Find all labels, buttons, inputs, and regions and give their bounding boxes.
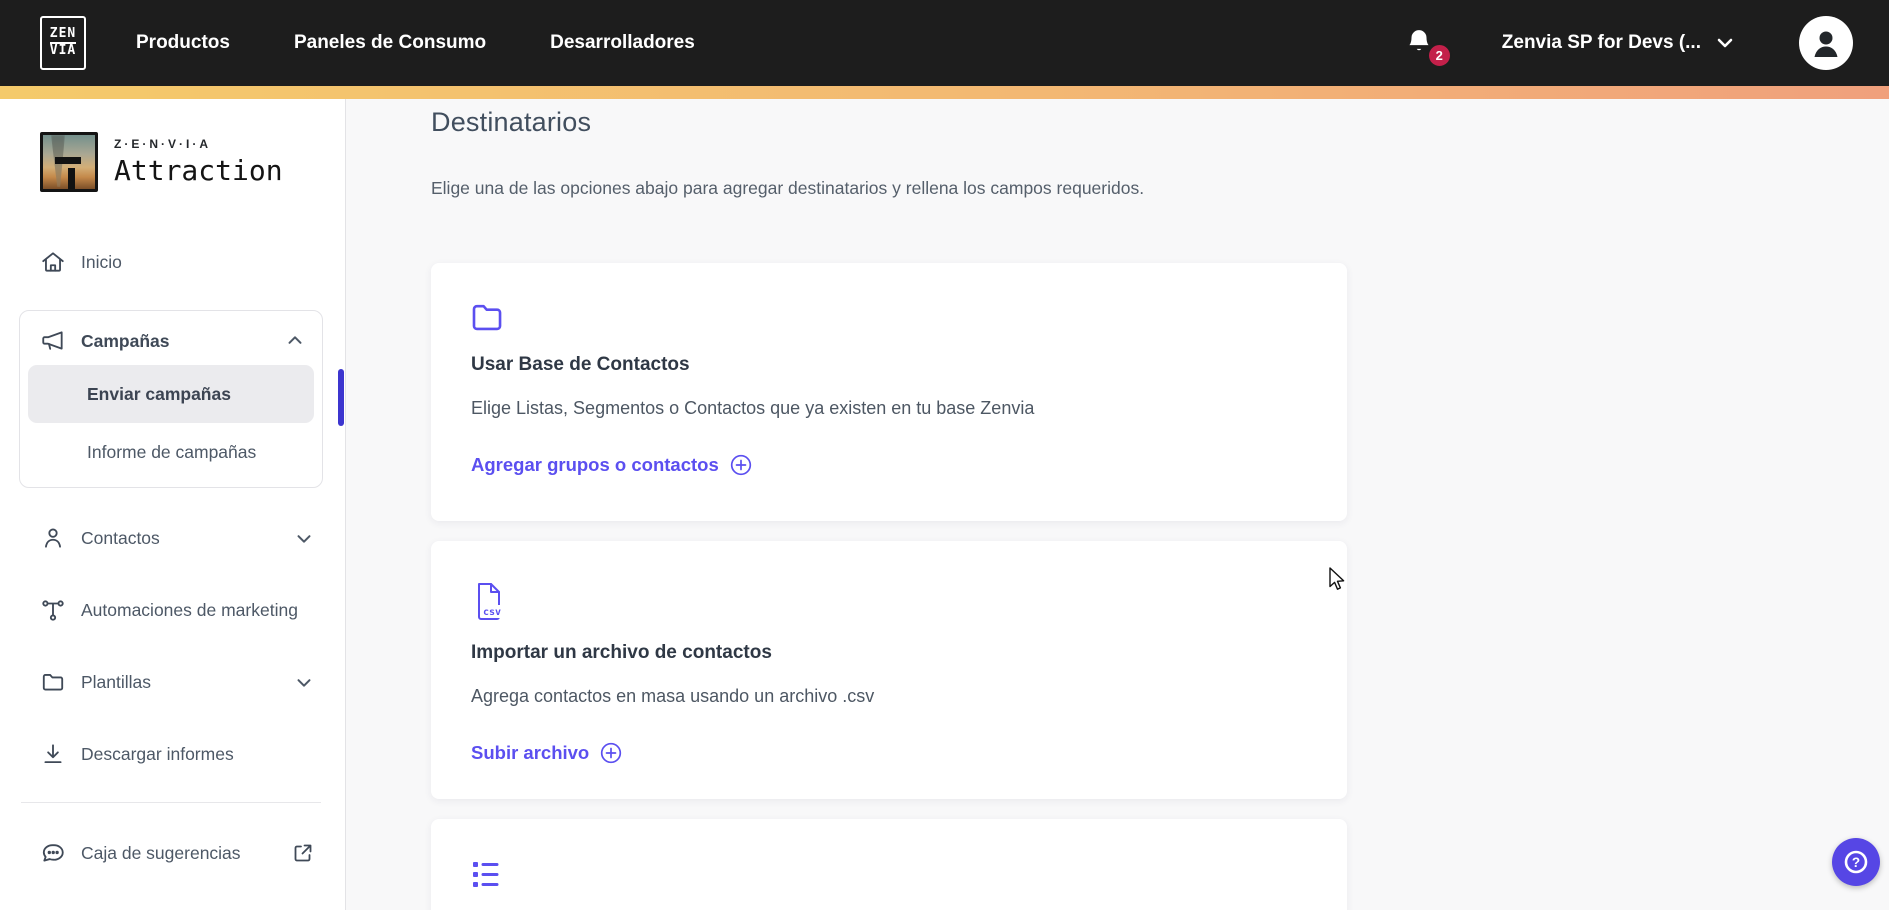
card-description: Elige Listas, Segmentos o Contactos que … bbox=[471, 398, 1301, 419]
home-icon bbox=[40, 249, 66, 275]
chevron-down-icon[interactable] bbox=[293, 671, 315, 693]
add-groups-or-contacts-button[interactable]: Agregar grupos o contactos bbox=[471, 453, 753, 477]
sidebar-item-label: Inicio bbox=[81, 252, 122, 273]
folder-icon bbox=[40, 669, 66, 695]
brand-product-name: Attraction bbox=[114, 154, 283, 187]
account-switcher[interactable]: Zenvia SP for Devs (... bbox=[1502, 31, 1737, 55]
nav-item-desarrolladores[interactable]: Desarrolladores bbox=[550, 32, 695, 54]
external-link-icon bbox=[291, 841, 315, 865]
sidebar-subitem-informe-de-campanas[interactable]: Informe de campañas bbox=[28, 423, 314, 481]
top-nav-menu: Productos Paneles de Consumo Desarrollad… bbox=[136, 32, 695, 54]
plus-circle-icon bbox=[599, 741, 623, 765]
upload-file-button[interactable]: Subir archivo bbox=[471, 741, 623, 765]
notifications-button[interactable]: 2 bbox=[1404, 26, 1438, 60]
sidebar-item-label: Descargar informes bbox=[81, 744, 234, 765]
svg-text:csv: csv bbox=[483, 607, 501, 618]
megaphone-icon bbox=[40, 328, 66, 354]
main-content: Destinatarios Elige una de las opciones … bbox=[346, 99, 1889, 910]
sidebar-item-label: Automaciones de marketing bbox=[81, 600, 298, 621]
sidebar-menu: Inicio Campañas bbox=[0, 238, 345, 877]
sidebar-item-campanas[interactable]: Campañas bbox=[28, 317, 314, 365]
recipient-option-cards: Usar Base de Contactos Elige Listas, Seg… bbox=[431, 263, 1347, 910]
nav-item-productos[interactable]: Productos bbox=[136, 32, 230, 54]
sidebar-divider bbox=[21, 802, 321, 803]
folder-icon bbox=[471, 303, 509, 335]
nav-item-paneles-de-consumo[interactable]: Paneles de Consumo bbox=[294, 32, 486, 54]
sidebar-subitem-label: Informe de campañas bbox=[87, 442, 256, 463]
page-subtitle: Elige una de las opciones abajo para agr… bbox=[431, 178, 1889, 199]
top-navigation-bar: ZEN VIA Productos Paneles de Consumo Des… bbox=[0, 0, 1889, 86]
sidebar-item-contactos[interactable]: Contactos bbox=[19, 514, 323, 562]
plus-circle-icon bbox=[729, 453, 753, 477]
csv-file-icon: csv bbox=[471, 581, 507, 623]
campaigns-group: Campañas Enviar campañas Informe de camp… bbox=[19, 310, 323, 488]
brand-company-name: Z·E·N·V·I·A bbox=[114, 137, 283, 151]
attraction-logo-image bbox=[40, 132, 98, 192]
sidebar-subitem-enviar-campanas[interactable]: Enviar campañas bbox=[28, 365, 314, 423]
card-title: Importar un archivo de contactos bbox=[471, 642, 1301, 664]
notification-count-badge: 2 bbox=[1427, 43, 1452, 68]
zenvia-logo-text-top: ZEN bbox=[50, 27, 76, 44]
account-name-label: Zenvia SP for Devs (... bbox=[1502, 32, 1701, 54]
sidebar: Z·E·N·V·I·A Attraction Inicio bbox=[0, 99, 346, 910]
card-action-label: Agregar grupos o contactos bbox=[471, 454, 719, 476]
page-title: Destinatarios bbox=[431, 107, 1889, 138]
zenvia-logo-text-bottom: VIA bbox=[50, 44, 76, 59]
automation-branch-icon bbox=[40, 597, 66, 623]
active-item-indicator bbox=[338, 369, 344, 426]
sidebar-item-descargar-informes[interactable]: Descargar informes bbox=[19, 730, 323, 778]
sidebar-item-label: Campañas bbox=[81, 331, 170, 352]
chevron-down-icon bbox=[1713, 31, 1737, 55]
top-nav-right: 2 Zenvia SP for Devs (... bbox=[1404, 16, 1853, 70]
question-mark-icon: ? bbox=[1841, 847, 1871, 877]
card-title: Usar Base de Contactos bbox=[471, 354, 1301, 376]
card-description: Agrega contactos en masa usando un archi… bbox=[471, 686, 1301, 707]
sidebar-item-caja-de-sugerencias[interactable]: Caja de sugerencias bbox=[19, 829, 323, 877]
card-manual-list bbox=[431, 819, 1347, 910]
help-button[interactable]: ? bbox=[1832, 838, 1880, 886]
sidebar-item-automaciones[interactable]: Automaciones de marketing bbox=[19, 586, 323, 634]
user-avatar[interactable] bbox=[1799, 16, 1853, 70]
card-action-label: Subir archivo bbox=[471, 742, 589, 764]
svg-text:?: ? bbox=[1852, 855, 1860, 870]
chevron-up-icon[interactable] bbox=[284, 330, 306, 352]
chevron-down-icon[interactable] bbox=[293, 527, 315, 549]
sidebar-item-label: Caja de sugerencias bbox=[81, 843, 241, 864]
attraction-brand: Z·E·N·V·I·A Attraction bbox=[40, 132, 345, 192]
zenvia-logo-icon[interactable]: ZEN VIA bbox=[40, 16, 86, 70]
person-icon bbox=[40, 525, 66, 551]
card-importar-archivo: csv Importar un archivo de contactos Agr… bbox=[431, 541, 1347, 799]
chat-bubble-icon bbox=[40, 840, 66, 866]
accent-gradient-bar bbox=[0, 86, 1889, 99]
card-usar-base-de-contactos: Usar Base de Contactos Elige Listas, Seg… bbox=[431, 263, 1347, 521]
user-icon bbox=[1806, 23, 1846, 63]
download-icon bbox=[40, 741, 66, 767]
list-icon bbox=[471, 859, 509, 891]
sidebar-item-label: Plantillas bbox=[81, 672, 151, 693]
sidebar-item-inicio[interactable]: Inicio bbox=[19, 238, 323, 286]
sidebar-item-plantillas[interactable]: Plantillas bbox=[19, 658, 323, 706]
sidebar-item-label: Contactos bbox=[81, 528, 160, 549]
sidebar-subitem-label: Enviar campañas bbox=[87, 384, 231, 405]
